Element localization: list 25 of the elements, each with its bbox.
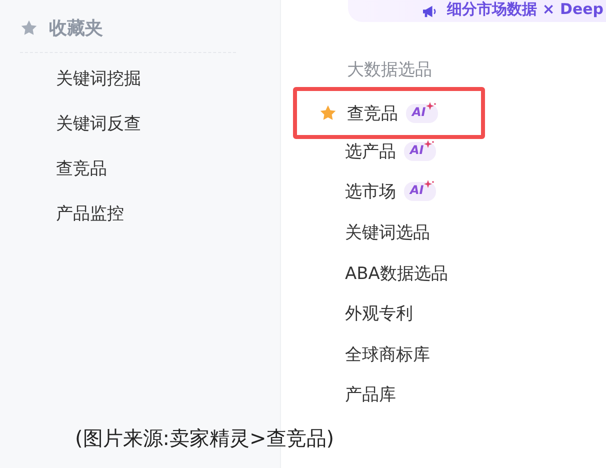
menu-item[interactable]: 选市场	[345, 180, 396, 204]
ai-badge: AI	[404, 182, 436, 202]
announcement-banner[interactable]: 细分市场数据 × Deep	[348, 0, 606, 22]
menu-item[interactable]: 关键词选品	[345, 220, 430, 244]
menu-item[interactable]: ABA数据选品	[345, 262, 448, 285]
menu-item[interactable]: 外观专利	[345, 302, 413, 326]
sparkle-icon	[424, 140, 434, 150]
menu-item[interactable]: 查竞品	[347, 102, 398, 124]
image-caption: (图片来源:卖家精灵>查竞品)	[75, 425, 334, 452]
menu-item[interactable]: 选产品	[345, 140, 396, 163]
sparkle-icon	[426, 102, 436, 112]
menu-heading: 大数据选品	[347, 59, 432, 82]
sidebar-item[interactable]: 查竞品	[20, 156, 107, 201]
sidebar-item[interactable]: 产品监控	[20, 201, 124, 246]
sidebar-item[interactable]: 关键词反查	[20, 111, 141, 156]
section-title: 收藏夹	[49, 17, 103, 40]
megaphone-icon	[422, 4, 437, 18]
ai-badge: AI	[406, 104, 438, 122]
menu-item[interactable]: 产品库	[345, 383, 396, 406]
banner-text: 细分市场数据 × Deep	[447, 0, 604, 18]
menu-item[interactable]: 全球商标库	[345, 342, 430, 366]
star-icon	[20, 19, 38, 37]
sidebar-item[interactable]: 关键词挖掘	[20, 66, 141, 111]
ai-badge: AI	[404, 142, 436, 161]
sparkle-icon	[424, 180, 434, 190]
